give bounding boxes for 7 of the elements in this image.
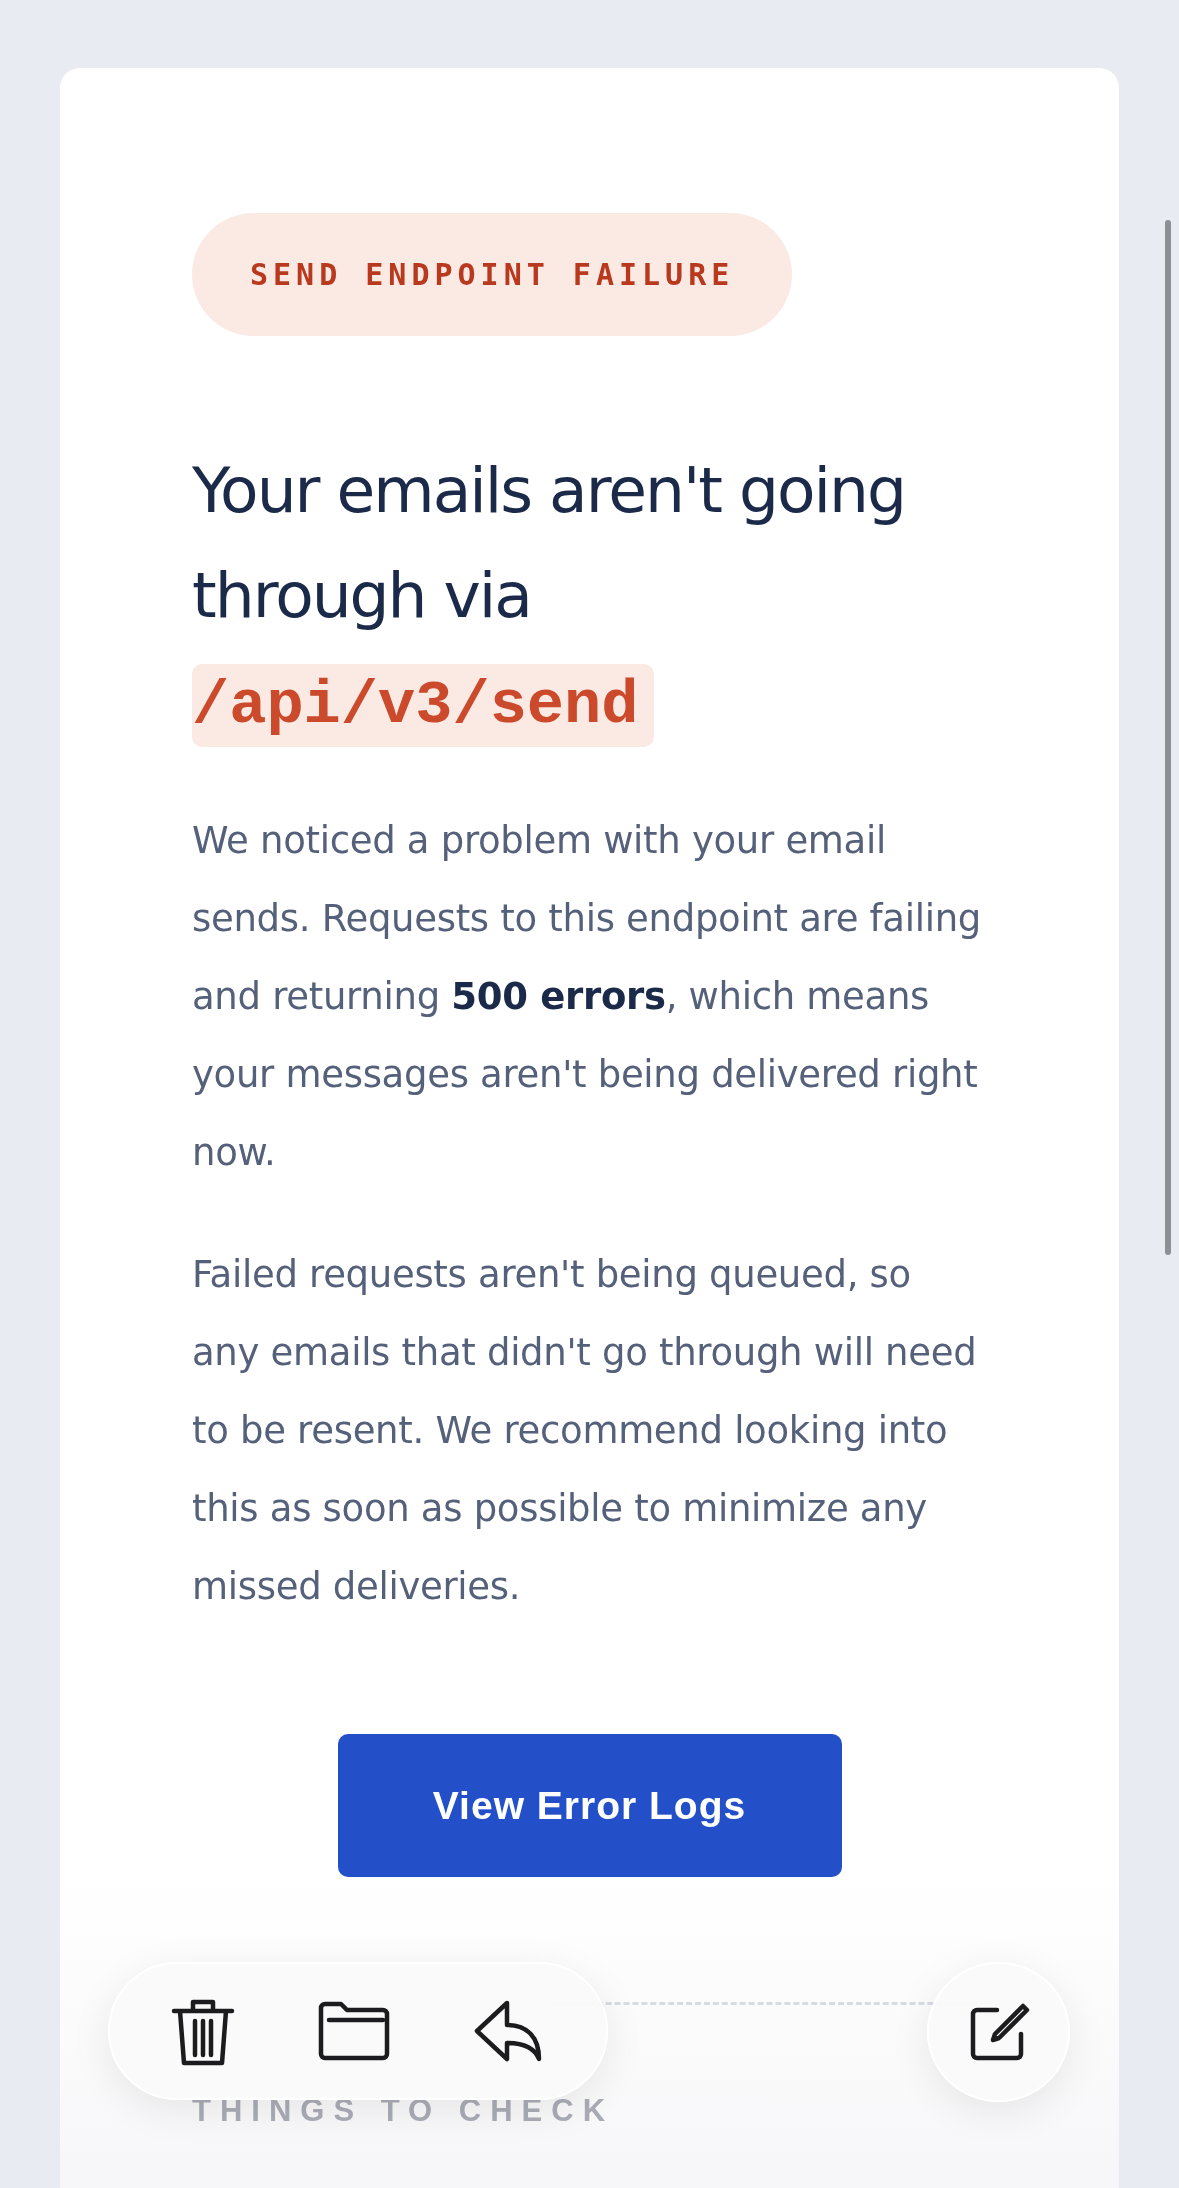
folder-icon bbox=[317, 2000, 391, 2062]
body-paragraph: Failed requests aren't being queued, so any emails that didn't go through will need to be resent. We recommend looking into this as soon as possible to minimize any missed deliveries. bbox=[192, 1252, 978, 1610]
view-logs-button[interactable]: View Error Logs bbox=[337, 1734, 842, 1877]
scrollbar[interactable] bbox=[1165, 220, 1171, 1255]
body-paragraph: We noticed a problem with your email sends. Requests to this endpoint are failing and returning 500 errors, which means your messages aren't being delivered right now. bbox=[192, 818, 982, 1176]
status-badge: SEND ENDPOINT FAILURE bbox=[192, 213, 793, 336]
email-heading: Your emails aren't going through via /api/v3/send bbox=[192, 438, 987, 758]
